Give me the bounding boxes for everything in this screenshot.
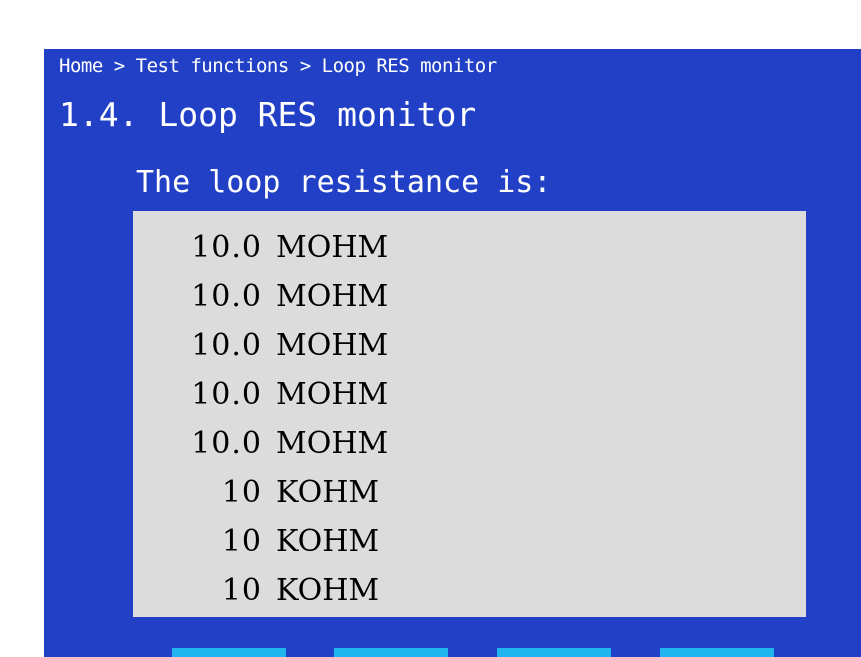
- breadcrumb-separator: >: [299, 55, 311, 77]
- reading-value: 10: [221, 475, 262, 510]
- reading-value: 10.0: [191, 230, 262, 265]
- reading-value: 10.0: [191, 328, 262, 363]
- breadcrumb-test-functions-link[interactable]: Test functions: [136, 55, 290, 77]
- breadcrumb-separator: >: [113, 55, 125, 77]
- reading-value: 10.0: [191, 426, 262, 461]
- reading-value: 10.0: [191, 279, 262, 314]
- breadcrumb: Home > Test functions > Loop RES monitor: [59, 53, 497, 79]
- reading-unit: MOHM: [276, 328, 389, 363]
- softkey-4-button[interactable]: [660, 648, 774, 657]
- reading-unit: MOHM: [276, 230, 389, 265]
- reading-row: 10.0 MOHM: [133, 370, 806, 419]
- breadcrumb-home-link[interactable]: Home: [59, 55, 103, 77]
- reading-row: 10 KOHM: [133, 566, 806, 615]
- reading-value: 10: [221, 524, 262, 559]
- reading-unit: KOHM: [276, 524, 380, 559]
- softkey-1-button[interactable]: [172, 648, 286, 657]
- readings-caption: The loop resistance is:: [136, 165, 552, 200]
- resistance-readings-panel: 10.0 MOHM 10.0 MOHM 10.0 MOHM 10.0 MOHM …: [133, 211, 806, 617]
- reading-unit: KOHM: [276, 573, 380, 608]
- softkey-2-button[interactable]: [334, 648, 448, 657]
- reading-row: 10.0 MOHM: [133, 272, 806, 321]
- reading-row: 10.0 MOHM: [133, 321, 806, 370]
- breadcrumb-current: Loop RES monitor: [321, 55, 498, 77]
- reading-unit: MOHM: [276, 279, 389, 314]
- reading-row: 10 KOHM: [133, 517, 806, 566]
- reading-row: 10.0 MOHM: [133, 223, 806, 272]
- page-title: 1.4. Loop RES monitor: [59, 95, 477, 134]
- device-screen: Home > Test functions > Loop RES monitor…: [44, 49, 861, 657]
- reading-row: 10 KOHM: [133, 468, 806, 517]
- reading-value: 10.0: [191, 377, 262, 412]
- reading-unit: MOHM: [276, 377, 389, 412]
- reading-value: 10: [221, 573, 262, 608]
- softkey-bar: [44, 648, 861, 657]
- reading-unit: MOHM: [276, 426, 389, 461]
- reading-unit: KOHM: [276, 475, 380, 510]
- softkey-3-button[interactable]: [497, 648, 611, 657]
- reading-row: 10.0 MOHM: [133, 419, 806, 468]
